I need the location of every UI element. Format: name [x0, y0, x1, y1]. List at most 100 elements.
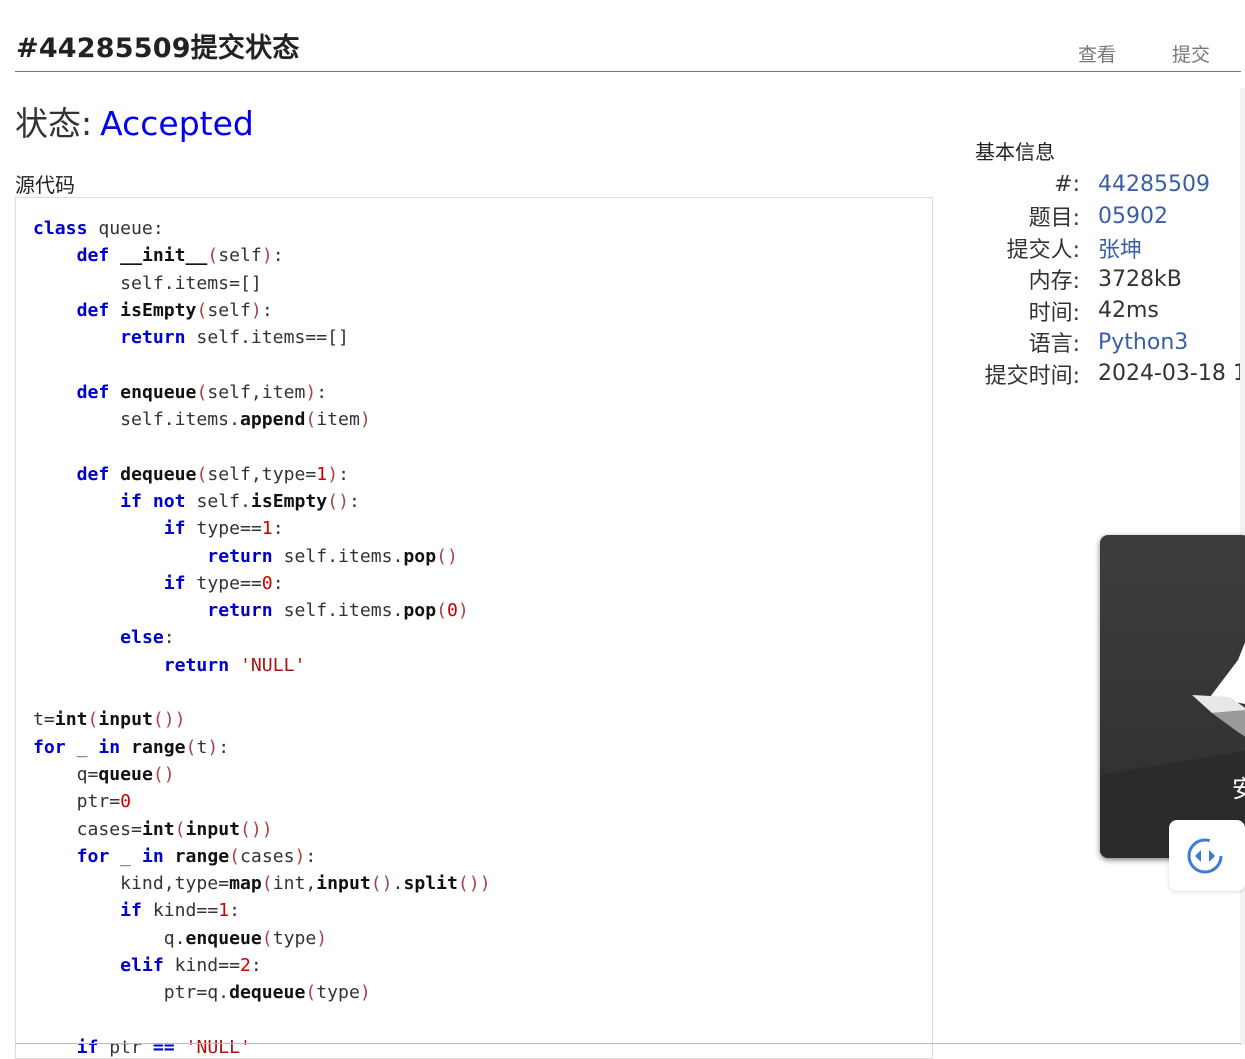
code-keyword: elif: [120, 955, 164, 977]
code-text: self.items.: [272, 545, 404, 567]
code-line: else:: [33, 627, 174, 648]
problem-link[interactable]: 05902: [1098, 204, 1168, 229]
code-punct: ): [305, 381, 317, 403]
info-label: #:: [1054, 172, 1080, 198]
view-link[interactable]: 查看: [1078, 40, 1116, 67]
code-keyword: return: [163, 654, 230, 676]
code-punct: (: [196, 299, 208, 321]
code-line: if kind==1:: [33, 900, 240, 921]
code-punct: ): [261, 245, 273, 267]
code-keyword: ==: [152, 1036, 175, 1058]
submit-link[interactable]: 提交: [1172, 40, 1210, 67]
code-line: self.items.append(item): [33, 409, 371, 430]
code-number: 1: [218, 900, 230, 922]
code-text: :: [272, 572, 284, 594]
info-panel: 基本信息 #: 44285509 题目: 05902 提交人: 张坤 内存: 3…: [975, 136, 1245, 390]
code-function: input: [98, 709, 153, 731]
code-function: isEmpty: [120, 299, 197, 321]
bottom-divider: [15, 1043, 1241, 1044]
code-text: :: [316, 381, 328, 403]
code-line: q=queue(): [33, 764, 175, 785]
code-punct: (: [196, 381, 208, 403]
code-punct: ): [294, 845, 306, 867]
code-text: type==: [185, 518, 262, 540]
language-link[interactable]: Python3: [1098, 330, 1188, 355]
code-keyword: def: [76, 299, 110, 321]
submitter-link[interactable]: 张坤: [1098, 232, 1142, 264]
code-text: type: [316, 982, 360, 1004]
code-punct: ): [359, 409, 371, 431]
code-string: 'NULL': [185, 1036, 251, 1058]
code-punct: ): [327, 463, 339, 485]
code-string: 'NULL': [240, 654, 306, 676]
code-text: self.items.: [33, 409, 240, 431]
code-text: item: [316, 409, 360, 431]
code-text: :: [250, 955, 262, 977]
code-punct: ): [250, 299, 262, 321]
code-keyword: return: [207, 600, 273, 622]
floating-overlay-panel[interactable]: 安: [1100, 535, 1245, 858]
code-punct: (: [207, 245, 219, 267]
code-line: return self.items.pop(): [33, 546, 458, 567]
floating-widget-card[interactable]: [1169, 820, 1245, 891]
code-text: type: [272, 927, 317, 949]
code-text: _: [65, 736, 99, 758]
code-punct: (): [152, 763, 175, 785]
code-text: kind==: [141, 900, 219, 922]
star-logo-icon: 安: [1100, 642, 1245, 858]
code-keyword: for: [33, 736, 66, 758]
code-number: 0: [261, 572, 273, 594]
info-label: 内存:: [1028, 269, 1080, 295]
code-text: type==: [185, 572, 262, 594]
code-keyword: in: [98, 736, 121, 758]
code-keyword: class: [33, 218, 88, 239]
submission-id-link[interactable]: 44285509: [1098, 172, 1210, 197]
code-keyword: if: [120, 900, 142, 922]
info-label: 提交人:: [1006, 237, 1080, 263]
info-label: 时间:: [1028, 300, 1080, 326]
code-function: pop: [403, 545, 437, 567]
info-row-problem: 题目: 05902: [975, 201, 1245, 233]
code-function: enqueue: [185, 927, 262, 949]
code-function: append: [239, 409, 306, 431]
code-keyword: def: [76, 245, 110, 267]
code-function: pop: [403, 600, 437, 622]
code-line: return 'NULL': [33, 654, 306, 676]
code-keyword: for: [76, 845, 110, 867]
code-text: self.items.: [272, 600, 404, 622]
code-text: :: [229, 900, 241, 922]
code-text: :: [305, 845, 317, 867]
code-punct: (: [436, 600, 447, 622]
code-text: cases=: [33, 818, 142, 840]
status-value: Accepted: [100, 104, 254, 143]
submit-time-value: 2024-03-18 1: [1098, 361, 1245, 387]
code-punct: ()): [152, 709, 186, 731]
title-divider: [15, 71, 1241, 72]
info-row-memory: 内存: 3728kB: [975, 264, 1245, 296]
code-block[interactable]: class queue: def __init__(self): self.it…: [15, 197, 933, 1059]
code-number: 0: [120, 791, 132, 813]
code-punct: (: [174, 818, 186, 840]
code-line: if ptr == 'NULL': [33, 1037, 251, 1058]
code-text: t: [196, 736, 208, 758]
info-row-time: 时间: 42ms: [975, 295, 1245, 327]
code-function: split: [403, 873, 458, 895]
code-punct: ): [316, 927, 328, 949]
refresh-icon: [1187, 838, 1223, 874]
code-text: t=: [33, 709, 55, 731]
code-punct: (: [305, 982, 317, 1004]
code-keyword: if: [163, 518, 186, 540]
code-line: def isEmpty(self):: [33, 300, 273, 321]
code-line: def dequeue(self,type=1):: [33, 464, 349, 485]
